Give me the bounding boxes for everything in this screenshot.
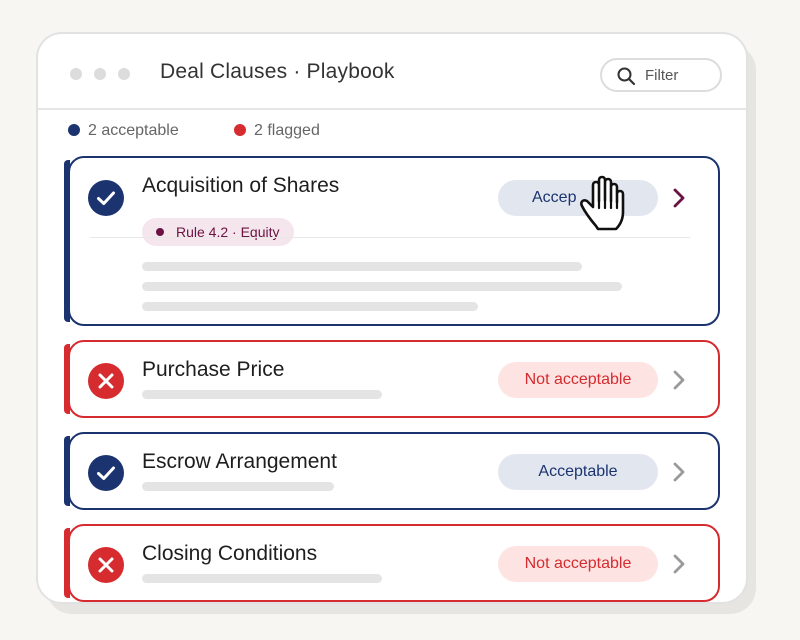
status-badge[interactable]: Acceptable [498,454,658,490]
placeholder-line [142,262,582,271]
x-circle-icon [88,363,124,399]
clause-title: Purchase Price [142,358,285,381]
window-control-dot[interactable] [118,68,130,80]
status-badge[interactable]: Not acceptable [498,546,658,582]
clause-title: Closing Conditions [142,542,318,565]
chevron-right-icon[interactable] [670,461,688,483]
placeholder-line [142,282,622,291]
status-edge [64,436,70,506]
check-circle-icon [88,455,124,491]
flagged-bullet-icon [234,124,246,136]
card-divider [90,237,690,238]
clause-title: Escrow Arrangement [142,450,337,473]
window-control-dot[interactable] [94,68,106,80]
placeholder-line [142,390,382,399]
flagged-count: 2 flagged [234,122,320,140]
window-control-dot[interactable] [70,68,82,80]
hand-pointer-icon [578,172,634,234]
x-circle-icon [88,547,124,583]
rule-tag: Rule 4.2 · Equity [142,218,294,246]
rule-dot-icon [156,228,164,236]
status-edge [64,160,70,322]
chevron-right-icon[interactable] [670,187,688,209]
filter-label: Filter [645,67,679,84]
app-window: Deal Clauses · Playbook Filter 2 accepta… [36,32,748,604]
clause-card-purchase-price[interactable]: Purchase Price Not acceptable [64,340,720,418]
check-circle-icon [88,180,124,216]
search-icon [616,66,636,86]
placeholder-line [142,574,382,583]
placeholder-line [142,302,478,311]
placeholder-line [142,482,334,491]
window-title: Deal Clauses · Playbook [160,60,395,83]
clause-card-escrow-arrangement[interactable]: Escrow Arrangement Acceptable [64,432,720,510]
filter-input[interactable]: Filter [600,58,722,92]
clause-card-closing-conditions[interactable]: Closing Conditions Not acceptable [64,524,720,602]
status-edge [64,528,70,598]
chevron-right-icon[interactable] [670,369,688,391]
status-badge[interactable]: Not acceptable [498,362,658,398]
acceptable-count: 2 acceptable [68,122,179,140]
title-bar: Deal Clauses · Playbook Filter [38,34,746,110]
chevron-right-icon[interactable] [670,553,688,575]
acceptable-bullet-icon [68,124,80,136]
status-edge [64,344,70,414]
clause-title: Acquisition of Shares [142,174,340,197]
